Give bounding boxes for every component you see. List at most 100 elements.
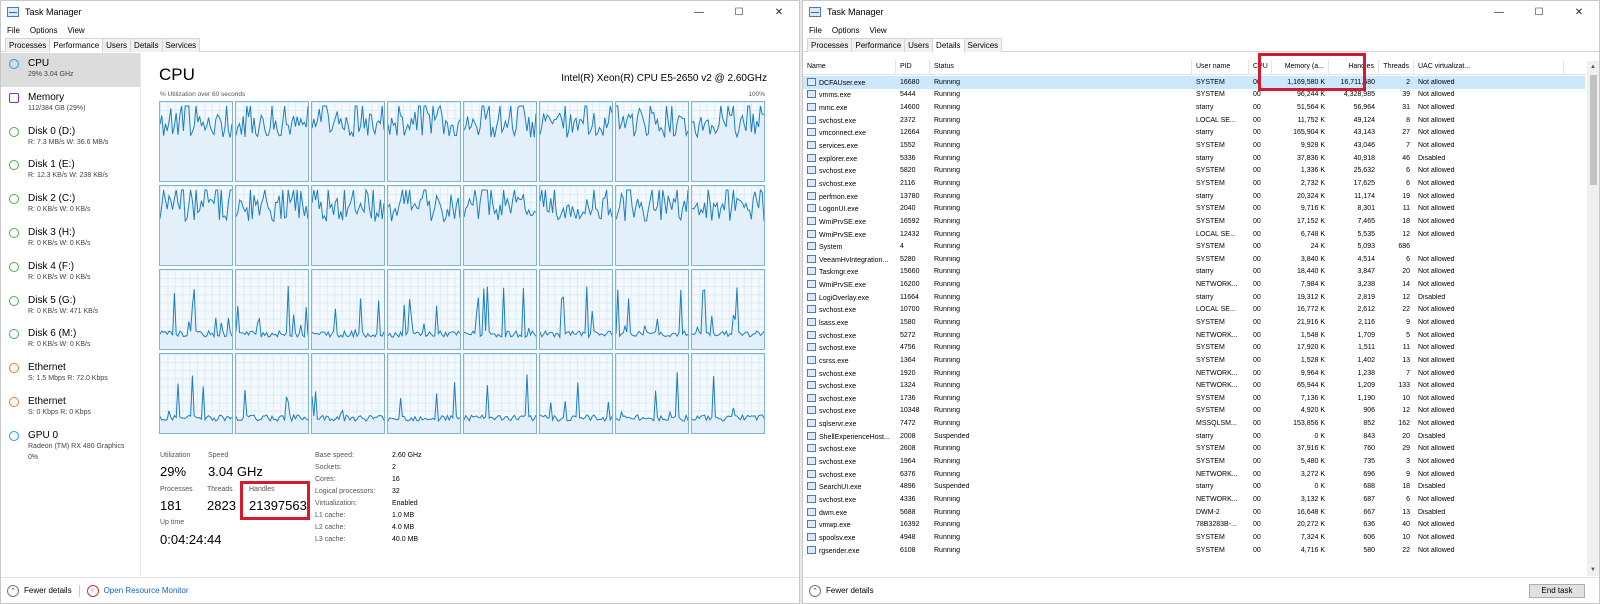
table-row[interactable]: spoolsv.exe 4948 Running SYSTEM 00 7,324 K 606… <box>803 531 1585 544</box>
maximize-button[interactable]: ☐ <box>719 1 759 23</box>
column-header[interactable]: PID <box>896 60 930 74</box>
table-row[interactable]: vmconnect.exe 12664 Running starry 00 165,904… <box>803 127 1585 140</box>
table-row[interactable]: dwm.exe 5688 Running DWM-2 00 16,648 K 667 13 Di… <box>803 506 1585 519</box>
table-row[interactable]: WmiPrvSE.exe 16592 Running SYSTEM 00 17,152 K… <box>803 215 1585 228</box>
table-row[interactable]: DCFAUser.exe 16680 Running SYSTEM 00 1,169,58… <box>803 76 1585 89</box>
table-row[interactable]: csrss.exe 1364 Running SYSTEM 00 1,528 K 1,402… <box>803 354 1585 367</box>
tab-services[interactable]: Services <box>161 38 201 52</box>
tab-processes[interactable]: Processes <box>5 38 51 52</box>
sidebar-item[interactable]: Disk 4 (F:) R: 0 KB/s W: 0 KB/s <box>1 256 140 290</box>
table-cell: SYSTEM <box>1196 205 1225 213</box>
column-header[interactable]: User name <box>1192 60 1249 74</box>
tab-users[interactable]: Users <box>102 38 132 52</box>
table-row[interactable]: svchost.exe 10348 Running SYSTEM 00 4,920 K 90… <box>803 405 1585 418</box>
sidebar-item[interactable]: Disk 6 (M:) R: 0 KB/s W: 0 KB/s <box>1 323 140 357</box>
table-row[interactable]: LogonUI.exe 2040 Running SYSTEM 00 9,716 K 8,3… <box>803 202 1585 215</box>
sidebar-item[interactable]: Ethernet S: 0 Kbps R: 0 Kbps <box>1 391 140 425</box>
table-row[interactable]: svchost.exe 2372 Running LOCAL SE... 00 11,75… <box>803 114 1585 127</box>
table-row[interactable]: rgsender.exe 6108 Running SYSTEM 00 4,716 K 58… <box>803 544 1585 557</box>
menu-view[interactable]: View <box>67 26 84 35</box>
table-row[interactable]: svchost.exe 2608 Running SYSTEM 00 37,916 K 76… <box>803 443 1585 456</box>
logical-processor-graphs[interactable] <box>159 101 767 434</box>
fewer-details-link[interactable]: ⌃ Fewer details <box>7 584 72 597</box>
table-row[interactable]: explorer.exe 5336 Running starry 00 37,836 K 4… <box>803 152 1585 165</box>
table-row[interactable]: sqlservr.exe 7472 Running MSSQLSM... 00 153,8… <box>803 417 1585 430</box>
column-header[interactable]: Threads <box>1379 60 1414 74</box>
sidebar-item[interactable]: Disk 3 (H:) R: 0 KB/s W: 0 KB/s <box>1 222 140 256</box>
table-row[interactable]: svchost.exe 2116 Running SYSTEM 00 2,732 K 17,… <box>803 177 1585 190</box>
column-header[interactable]: Status <box>930 60 1192 74</box>
table-row[interactable]: ShellExperienceHost... 2008 Suspended starr… <box>803 430 1585 443</box>
table-row[interactable]: svchost.exe 6376 Running NETWORK... 00 3,272 … <box>803 468 1585 481</box>
table-row[interactable]: lsass.exe 1580 Running SYSTEM 00 21,916 K 2,11… <box>803 316 1585 329</box>
maximize-button[interactable]: ☐ <box>1519 1 1559 23</box>
sidebar-item[interactable]: GPU 0 Radeon (TM) RX 480 Graphics 0% <box>1 425 140 461</box>
table-row[interactable]: mmc.exe 14600 Running starry 00 51,564 K 56,96… <box>803 101 1585 114</box>
details-table-body[interactable]: DCFAUser.exe 16680 Running SYSTEM 00 1,169,58… <box>803 76 1585 556</box>
table-row[interactable]: svchost.exe 5820 Running SYSTEM 00 1,336 K 25,… <box>803 164 1585 177</box>
sidebar-item[interactable]: CPU 29% 3.04 GHz <box>1 53 140 87</box>
tab-users[interactable]: Users <box>904 38 934 52</box>
table-row[interactable]: Taskmgr.exe 15660 Running starry 00 18,440 K 3… <box>803 266 1585 279</box>
sidebar-item[interactable]: Disk 5 (G:) R: 0 KB/s W: 471 KB/s <box>1 290 140 324</box>
table-cell: 96,244 K <box>1296 91 1325 99</box>
menu-file[interactable]: File <box>809 26 822 35</box>
table-row[interactable]: svchost.exe 5272 Running NETWORK... 00 1,548 … <box>803 329 1585 342</box>
table-row[interactable]: vmms.exe 5444 Running SYSTEM 00 96,244 K 4,328… <box>803 89 1585 102</box>
minimize-button[interactable]: — <box>1479 1 1519 23</box>
title-bar[interactable]: Task Manager — ☐ ✕ <box>1 1 799 23</box>
table-row[interactable]: services.exe 1552 Running SYSTEM 00 9,928 K 43… <box>803 139 1585 152</box>
table-cell: 4896 <box>900 483 916 491</box>
menu-options[interactable]: Options <box>30 26 58 35</box>
table-row[interactable]: svchost.exe 1736 Running SYSTEM 00 7,136 K 1,1… <box>803 392 1585 405</box>
table-row[interactable]: svchost.exe 10700 Running LOCAL SE... 00 16,7… <box>803 304 1585 317</box>
sidebar-item[interactable]: Ethernet S: 1.5 Mbps R: 72.0 Kbps <box>1 357 140 391</box>
sidebar-item[interactable]: Disk 2 (C:) R: 0 KB/s W: 0 KB/s <box>1 188 140 222</box>
menu-view[interactable]: View <box>869 26 886 35</box>
close-button[interactable]: ✕ <box>1559 1 1599 23</box>
tab-details[interactable]: Details <box>130 38 163 52</box>
open-resource-monitor-link[interactable]: ○ Open Resource Monitor <box>86 584 189 597</box>
process-icon <box>807 419 816 428</box>
title-bar[interactable]: Task Manager — ☐ ✕ <box>803 1 1599 23</box>
vertical-scrollbar[interactable]: ▲ ▼ <box>1587 61 1599 576</box>
table-row[interactable]: System 4 Running SYSTEM 00 24 K 5,093 686 <box>803 240 1585 253</box>
table-row[interactable]: perfmon.exe 13780 Running starry 00 20,324 K 1… <box>803 190 1585 203</box>
menu-file[interactable]: File <box>7 26 20 35</box>
table-row[interactable]: LogiOverlay.exe 11664 Running starry 00 19,31… <box>803 291 1585 304</box>
scroll-down-icon[interactable]: ▼ <box>1587 564 1599 576</box>
column-header[interactable]: Name <box>803 60 896 74</box>
tab-performance[interactable]: Performance <box>49 38 104 53</box>
table-row[interactable]: WmiPrvSE.exe 16200 Running NETWORK... 00 7,98… <box>803 278 1585 291</box>
tab-processes[interactable]: Processes <box>807 38 853 52</box>
column-header[interactable]: UAC virtualizat... <box>1414 60 1564 74</box>
table-row[interactable]: svchost.exe 1920 Running NETWORK... 00 9,964 … <box>803 367 1585 380</box>
table-cell: 10348 <box>900 407 920 415</box>
table-row[interactable]: VeeamHvIntegration... 5280 Running SYSTEM 00… <box>803 253 1585 266</box>
end-task-button[interactable]: End task <box>1529 583 1585 598</box>
sidebar-item[interactable]: Memory 112/384 GB (29%) <box>1 87 140 121</box>
tab-services[interactable]: Services <box>963 38 1003 52</box>
table-cell: 00 <box>1253 420 1261 428</box>
scroll-up-icon[interactable]: ▲ <box>1587 61 1599 73</box>
tab-details[interactable]: Details <box>932 38 965 53</box>
threads-label: Threads <box>207 486 233 493</box>
scrollbar-thumb[interactable] <box>1590 75 1597 185</box>
table-row[interactable]: SearchUI.exe 4896 Suspended starry 00 0 K 688 1… <box>803 481 1585 494</box>
sidebar-item[interactable]: Disk 1 (E:) R: 12.3 KB/s W: 238 KB/s <box>1 154 140 188</box>
menu-options[interactable]: Options <box>832 26 860 35</box>
table-row[interactable]: svchost.exe 1324 Running NETWORK... 00 65,944… <box>803 379 1585 392</box>
table-cell: 00 <box>1253 255 1261 263</box>
tab-performance[interactable]: Performance <box>851 38 906 52</box>
table-row[interactable]: vmwp.exe 16392 Running 78B3283B-... 00 20,272… <box>803 518 1585 531</box>
process-name: Taskmgr.exe <box>819 269 859 277</box>
table-cell: 6 <box>1406 255 1410 263</box>
table-row[interactable]: WmiPrvSE.exe 12432 Running LOCAL SE... 00 6,7… <box>803 228 1585 241</box>
sidebar-item[interactable]: Disk 0 (D:) R: 7.3 MB/s W: 36.6 MB/s <box>1 121 140 155</box>
fewer-details-link[interactable]: ⌃ Fewer details <box>809 584 874 597</box>
table-row[interactable]: svchost.exe 1964 Running SYSTEM 00 5,480 K 735… <box>803 455 1585 468</box>
close-button[interactable]: ✕ <box>759 1 799 23</box>
minimize-button[interactable]: — <box>679 1 719 23</box>
table-row[interactable]: svchost.exe 4756 Running SYSTEM 00 17,920 K 1,… <box>803 341 1585 354</box>
table-row[interactable]: svchost.exe 4336 Running NETWORK... 00 3,132 … <box>803 493 1585 506</box>
